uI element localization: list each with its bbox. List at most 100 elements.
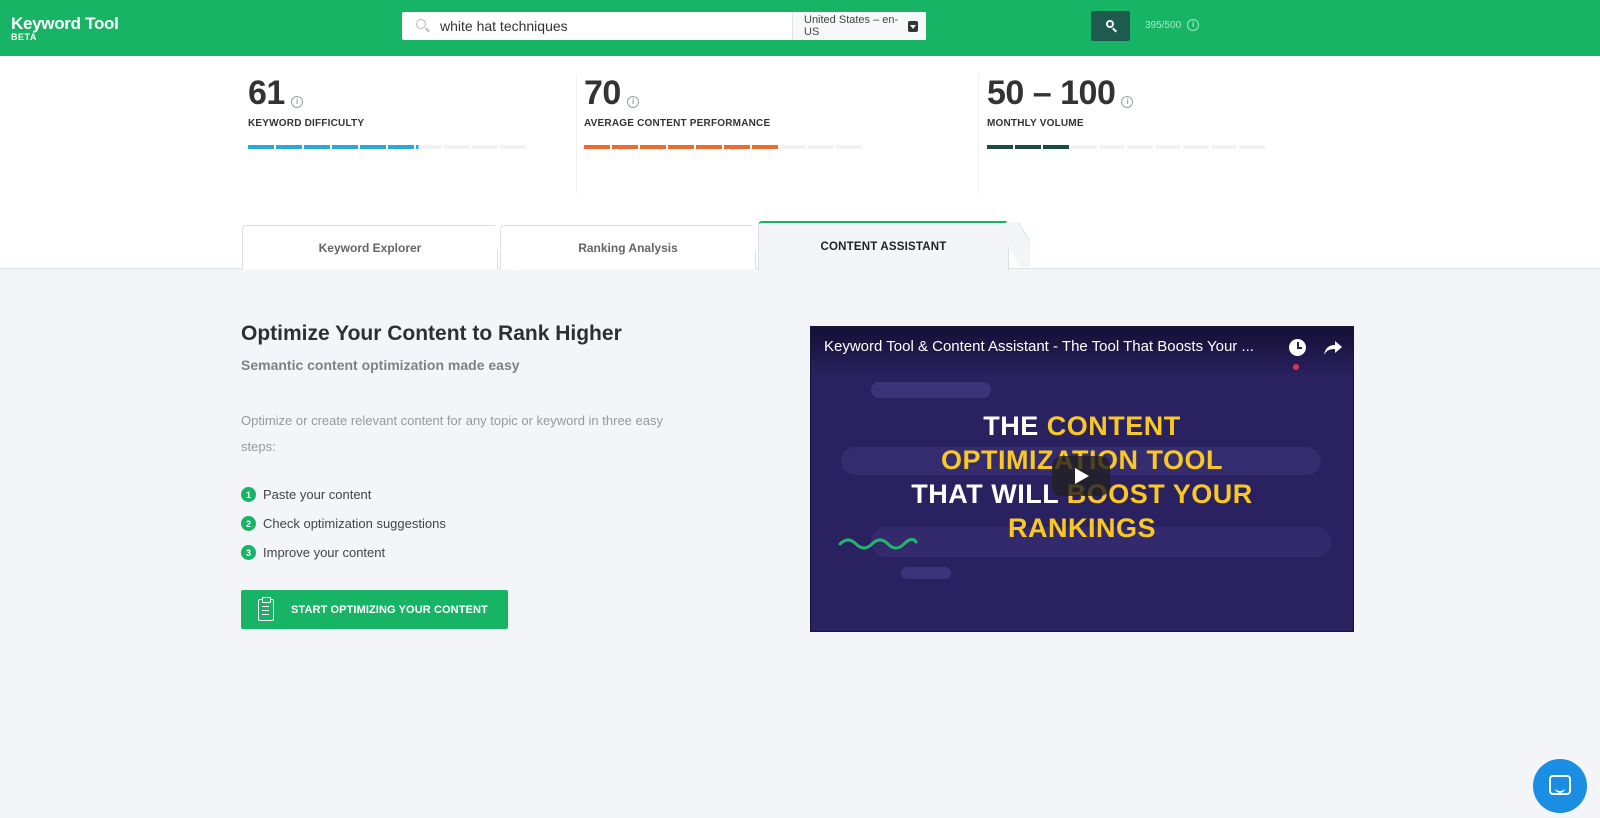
steps-list: 1 Paste your content 2 Check optimizatio…: [241, 480, 446, 567]
step-item: 2 Check optimization suggestions: [241, 509, 446, 538]
cta-label: START OPTIMIZING YOUR CONTENT: [291, 603, 488, 616]
locale-value: United States – en-US: [804, 14, 899, 38]
metric-label: KEYWORD DIFFICULTY: [248, 118, 365, 129]
bar-segment: [612, 145, 638, 149]
info-icon[interactable]: i: [626, 96, 639, 108]
bar-segment: [332, 145, 358, 149]
bar-segment: [1015, 145, 1041, 149]
metric-value-text: 50 – 100: [987, 74, 1116, 112]
bar-segment: [640, 145, 666, 149]
description: Optimize or create relevant content for …: [241, 413, 663, 454]
dropdown-arrow-icon: [907, 20, 918, 32]
start-optimizing-button[interactable]: START OPTIMIZING YOUR CONTENT: [241, 590, 508, 629]
notification-dot: [1293, 364, 1299, 370]
page-subtitle: Semantic content optimization made easy: [241, 357, 520, 373]
metric-value-text: 70: [584, 74, 621, 112]
bar-segment: [836, 145, 862, 149]
metric-value-text: 61: [248, 74, 285, 112]
bar-segment: [724, 145, 750, 149]
share-icon[interactable]: [1323, 339, 1343, 357]
volume-bar: [987, 145, 1265, 149]
bar-segment: [987, 145, 1013, 149]
step-text: Paste your content: [263, 487, 372, 502]
bar-segment: [1099, 145, 1125, 149]
step-number: 1: [241, 487, 256, 502]
step-text: Improve your content: [263, 545, 386, 560]
chat-icon: [1549, 775, 1571, 795]
tab-label: Keyword Explorer: [318, 240, 422, 255]
metric-value: 61 i: [248, 74, 526, 112]
tab-ranking-analysis[interactable]: Ranking Analysis: [500, 225, 756, 269]
info-icon[interactable]: i: [1187, 19, 1200, 31]
bar-segment: [780, 145, 806, 149]
search-bar: United States – en-US: [402, 12, 926, 40]
play-icon[interactable]: [1052, 456, 1110, 496]
bar-segment: [1071, 145, 1097, 149]
headline-text: THAT WILL: [911, 479, 1067, 509]
background-shape: [901, 567, 951, 579]
performance-bar: [584, 145, 862, 149]
step-text: Check optimization suggestions: [263, 516, 446, 531]
metric-keyword-difficulty: 61 i KEYWORD DIFFICULTY: [248, 74, 526, 194]
step-number: 2: [241, 516, 256, 531]
page-title: Optimize Your Content to Rank Higher: [241, 322, 622, 345]
step-item: 1 Paste your content: [241, 480, 446, 509]
bar-segment: [276, 145, 302, 149]
metric-label: AVERAGE CONTENT PERFORMANCE: [584, 118, 771, 129]
headline-highlight: CONTENT: [1046, 411, 1181, 441]
divider: [978, 74, 979, 194]
bar-segment: [388, 145, 414, 149]
bar-segment: [1239, 145, 1265, 149]
bar-segment: [1211, 145, 1237, 149]
background-shape: [871, 382, 991, 398]
video-player[interactable]: Keyword Tool & Content Assistant - The T…: [810, 326, 1354, 632]
top-bar: Keyword Tool BETA United States – en-US …: [0, 0, 1600, 56]
bar-segment: [248, 145, 274, 149]
bar-segment: [1155, 145, 1181, 149]
chat-button[interactable]: [1533, 759, 1587, 813]
tab-keyword-explorer[interactable]: Keyword Explorer: [242, 225, 498, 269]
tab-edge: [1006, 222, 1030, 267]
bar-segment: [360, 145, 386, 149]
metric-value: 50 – 100 i: [987, 74, 1265, 112]
locale-select[interactable]: United States – en-US: [792, 12, 926, 40]
bar-segment: [1043, 145, 1069, 149]
logo-title: Keyword Tool: [11, 14, 119, 33]
bar-segment: [304, 145, 330, 149]
bar-segment: [416, 145, 442, 149]
metric-content-performance: 70 i AVERAGE CONTENT PERFORMANCE: [584, 74, 862, 194]
bar-segment: [752, 145, 778, 149]
video-title[interactable]: Keyword Tool & Content Assistant - The T…: [824, 338, 1274, 355]
metric-value: 70 i: [584, 74, 862, 112]
tab-label: Ranking Analysis: [578, 240, 678, 255]
search-input[interactable]: [440, 13, 792, 39]
search-button[interactable]: [1091, 11, 1130, 41]
step-number: 3: [241, 545, 256, 560]
metric-label: MONTHLY VOLUME: [987, 118, 1084, 129]
bar-segment: [584, 145, 610, 149]
headline-text: THE: [983, 411, 1047, 441]
bar-segment: [808, 145, 834, 149]
logo[interactable]: Keyword Tool BETA: [11, 15, 119, 42]
search-icon: [410, 12, 440, 40]
bar-segment: [472, 145, 498, 149]
bar-segment: [696, 145, 722, 149]
headline-highlight: RANKINGS: [1007, 513, 1156, 543]
bar-segment: [500, 145, 526, 149]
info-icon[interactable]: i: [290, 96, 303, 108]
clipboard-icon: [258, 596, 274, 621]
tab-content-assistant[interactable]: CONTENT ASSISTANT: [758, 221, 1009, 270]
credits-value: 395/500: [1145, 19, 1182, 31]
metric-monthly-volume: 50 – 100 i MONTHLY VOLUME: [987, 74, 1265, 194]
bar-segment: [444, 145, 470, 149]
step-item: 3 Improve your content: [241, 538, 446, 567]
bar-segment: [668, 145, 694, 149]
bar-segment: [1183, 145, 1209, 149]
squiggle-decoration: [838, 537, 918, 550]
credits-indicator: 395/500 i: [1145, 19, 1200, 31]
difficulty-bar: [248, 145, 526, 149]
clock-icon[interactable]: [1289, 339, 1306, 356]
tab-label: CONTENT ASSISTANT: [820, 240, 947, 253]
info-icon[interactable]: i: [1121, 96, 1134, 108]
divider: [576, 74, 577, 194]
